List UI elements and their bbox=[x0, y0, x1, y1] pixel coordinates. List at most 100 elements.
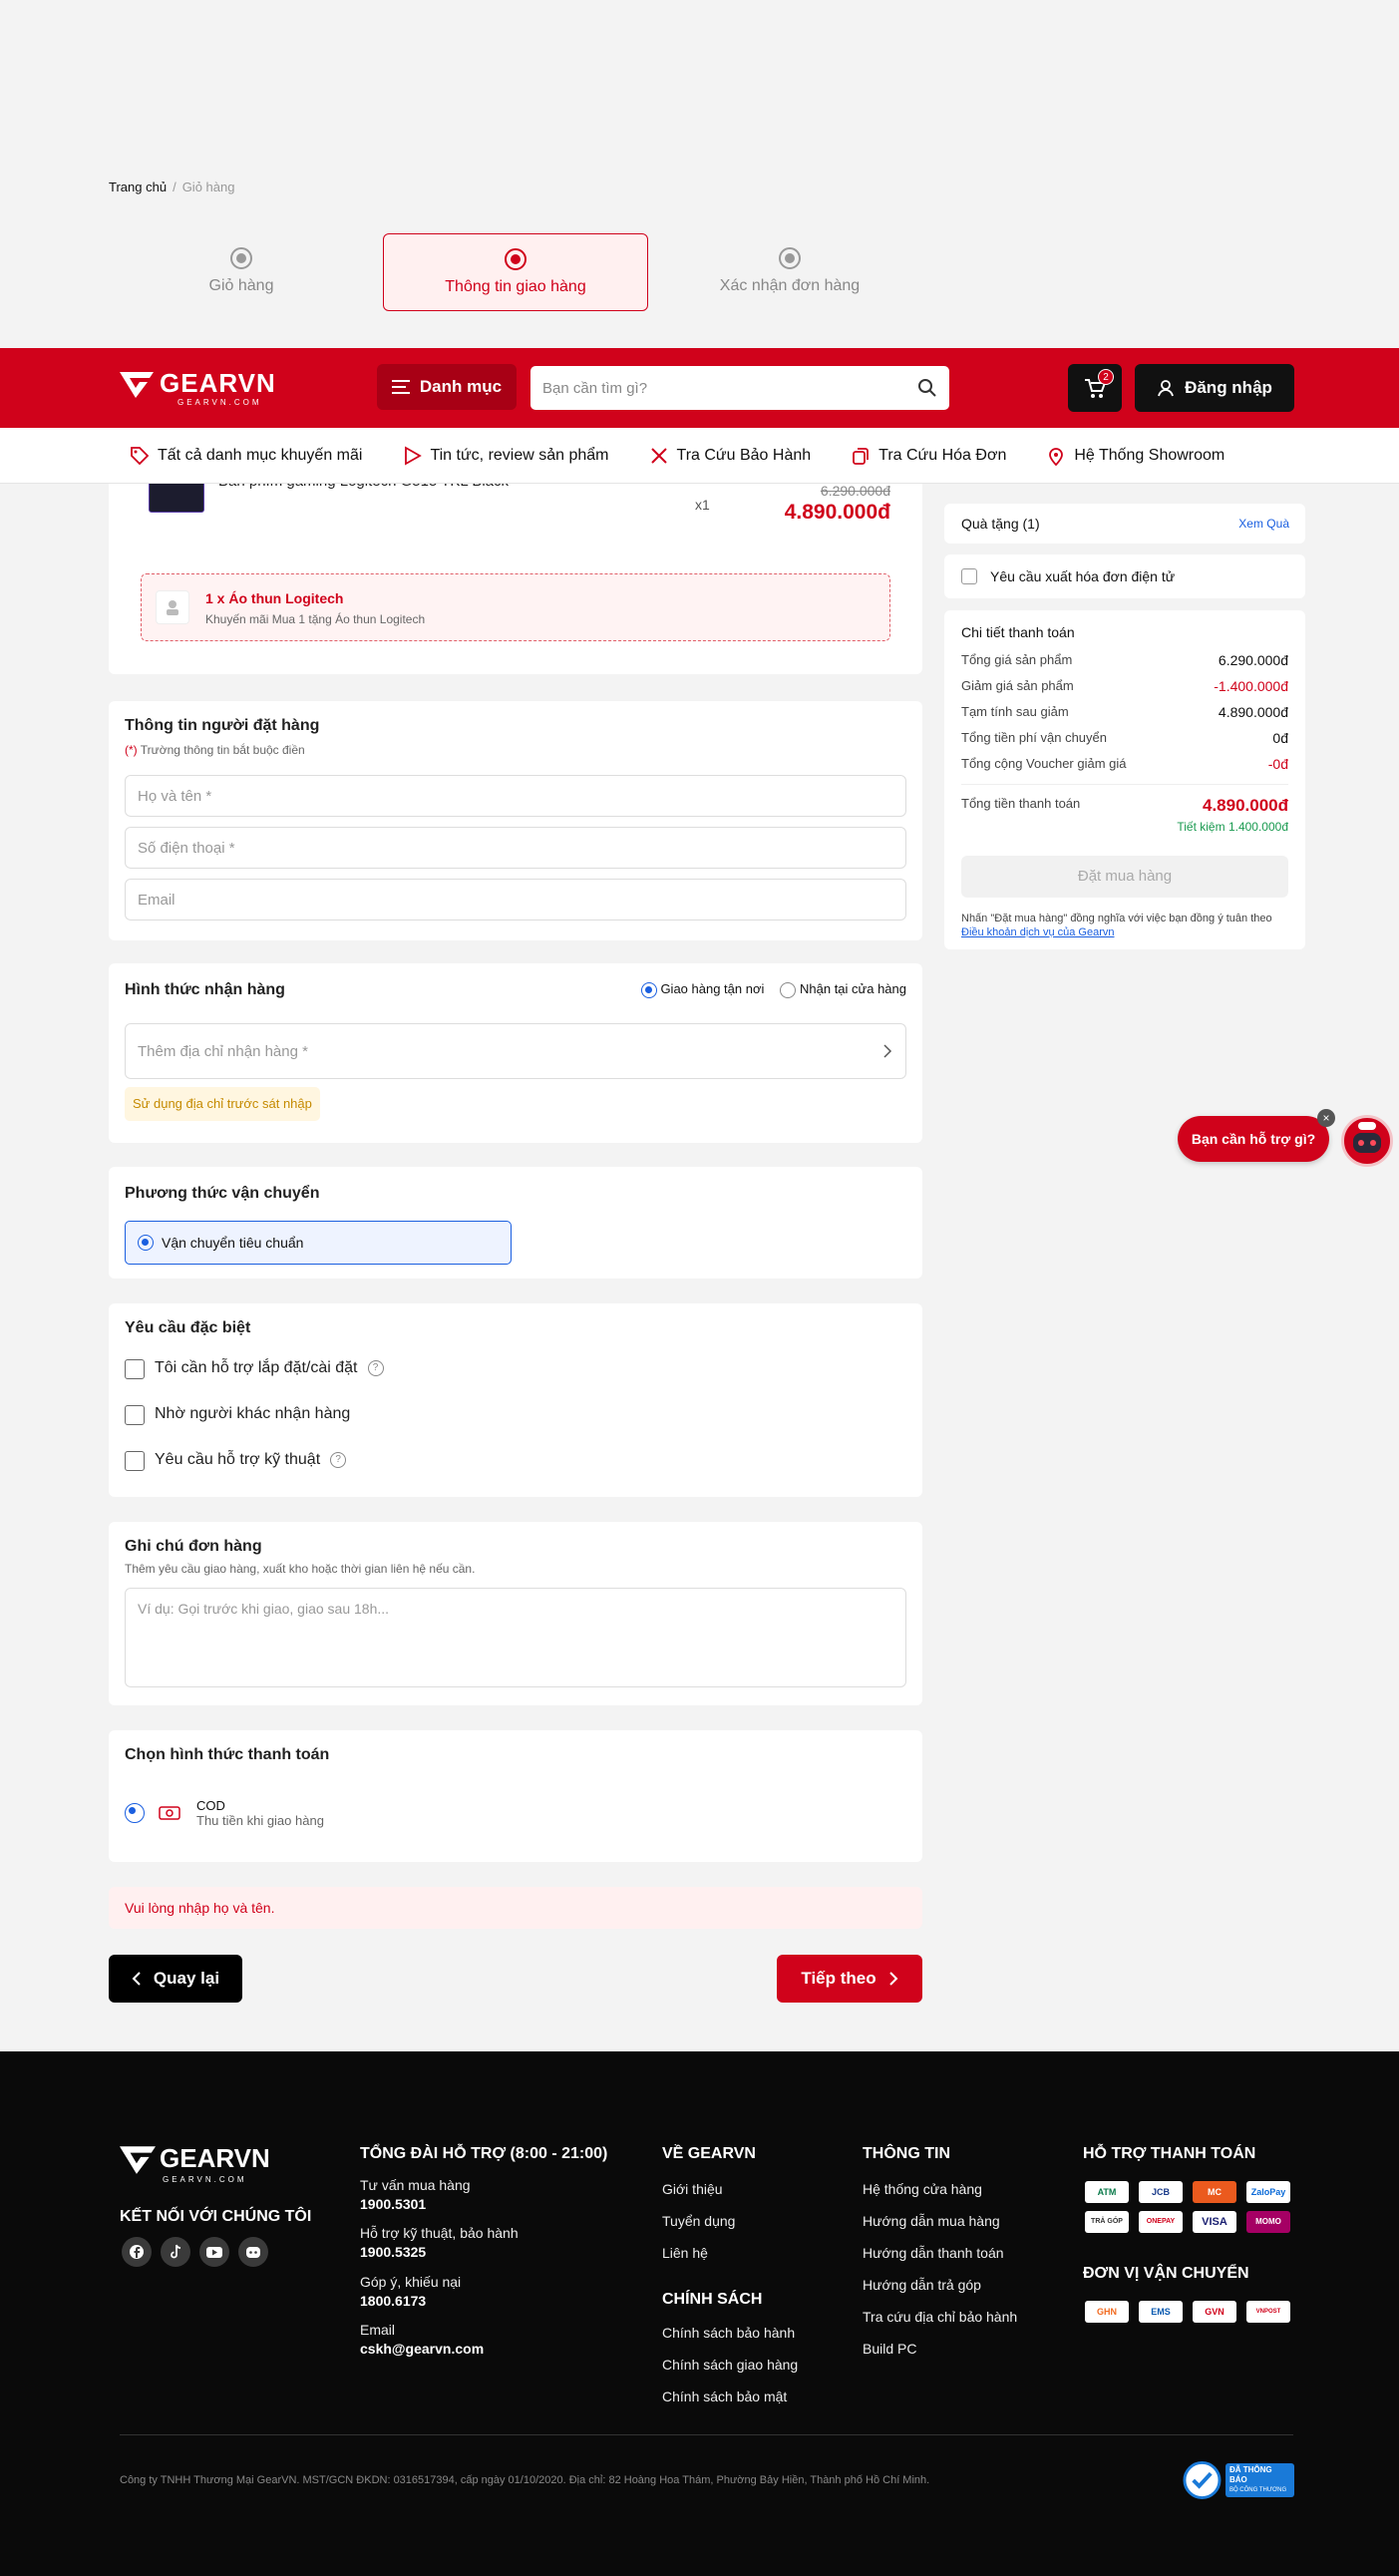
mastercard-logo-icon: MC bbox=[1193, 2181, 1236, 2203]
footer-link[interactable]: Hướng dẫn mua hàng bbox=[863, 2213, 1000, 2229]
badge-text: ĐÃ THÔNG BÁO bbox=[1228, 2465, 1272, 2484]
summary-row: Tổng cộng Voucher giảm giá -0đ bbox=[961, 756, 1288, 772]
checkbox-install-support[interactable] bbox=[125, 1359, 145, 1379]
question-icon[interactable]: ? bbox=[330, 1451, 347, 1468]
summary-row: Giảm giá sản phẩm -1.400.000đ bbox=[961, 678, 1288, 694]
login-button[interactable]: Đăng nhập bbox=[1135, 364, 1294, 412]
next-button[interactable]: Tiếp theo bbox=[777, 1955, 922, 2003]
chat-bubble[interactable]: Bạn cần hỗ trợ gì? bbox=[1178, 1116, 1329, 1162]
invoice-checkbox[interactable] bbox=[961, 568, 977, 584]
step-shipping-info[interactable]: Thông tin giao hàng bbox=[383, 233, 648, 311]
hotline-value[interactable]: 1900.5301 bbox=[360, 2196, 426, 2212]
order-note-textarea[interactable]: Ví dụ: Gọi trước khi giao, giao sau 18h.… bbox=[125, 1588, 906, 1687]
footer-link[interactable]: Tra cứu địa chỉ bảo hành bbox=[863, 2309, 1017, 2325]
onepay-logo-icon: ONEPAY bbox=[1139, 2211, 1183, 2233]
pay-title: HỖ TRỢ THANH TOÁN bbox=[1083, 2145, 1256, 2162]
logo[interactable]: GEARVN GEARVN.COM bbox=[120, 368, 276, 407]
special-requests-card: Yêu cầu đặc biệt Tôi cần hỗ trợ lắp đặt/… bbox=[109, 1303, 922, 1497]
delivery-option-store[interactable]: Nhận tại cửa hàng bbox=[780, 981, 906, 998]
footer-link[interactable]: Hệ thống cửa hàng bbox=[863, 2181, 982, 2197]
nav-promotions[interactable]: Tất cả danh mục khuyến mãi bbox=[130, 446, 362, 466]
summary-total: Tổng tiền thanh toán 4.890.000đ bbox=[961, 796, 1288, 815]
summary-row: Tạm tính sau giảm 4.890.000đ bbox=[961, 704, 1288, 720]
payment-method: COD bbox=[196, 1798, 225, 1813]
saving-text: Tiết kiệm 1.400.000đ bbox=[1177, 820, 1288, 834]
footer-link[interactable]: Giới thiệu bbox=[662, 2181, 723, 2197]
terms-link[interactable]: Điều khoản dịch vụ của Gearvn bbox=[961, 926, 1114, 938]
step-cart[interactable]: Giỏ hàng bbox=[109, 233, 374, 311]
payment-option-cod[interactable]: COD Thu tiền khi giao hàng bbox=[125, 1798, 324, 1828]
checkbox-tech-support[interactable] bbox=[125, 1451, 145, 1471]
step-indicator bbox=[230, 247, 252, 269]
search-input[interactable]: Bạn cần tìm gì? bbox=[530, 366, 949, 410]
connect-title: KẾT NỐI VỚI CHÚNG TÔI bbox=[120, 2208, 312, 2225]
menu-icon bbox=[391, 380, 410, 394]
search-icon[interactable] bbox=[917, 378, 937, 398]
back-button[interactable]: Quay lại bbox=[109, 1955, 242, 2003]
step-label: Xác nhận đơn hàng bbox=[719, 277, 861, 294]
category-menu-button[interactable]: Danh mục bbox=[377, 364, 517, 410]
discord-icon[interactable] bbox=[238, 2237, 268, 2267]
footer-link[interactable]: Hướng dẫn thanh toán bbox=[863, 2245, 1004, 2261]
footer-link[interactable]: Build PC bbox=[863, 2341, 916, 2357]
footer-link[interactable]: Hướng dẫn trả góp bbox=[863, 2277, 981, 2293]
checkbox-other-receiver[interactable] bbox=[125, 1405, 145, 1425]
close-icon[interactable]: × bbox=[1317, 1109, 1335, 1127]
breadcrumb: Trang chủ / Giỏ hàng bbox=[109, 180, 235, 194]
visa-logo-icon: VISA bbox=[1193, 2211, 1236, 2233]
check-badge-icon bbox=[1183, 2461, 1222, 2499]
buyer-title: Thông tin người đặt hàng bbox=[125, 717, 320, 734]
documents-icon bbox=[853, 447, 870, 465]
footer-link[interactable]: Tuyển dụng bbox=[662, 2213, 735, 2229]
nav-news[interactable]: Tin tức, review sản phẩm bbox=[402, 445, 609, 466]
vnpost-logo-icon: VNPOST bbox=[1246, 2301, 1290, 2323]
chatbot-avatar-icon[interactable] bbox=[1341, 1115, 1393, 1167]
phone-input[interactable]: Số điện thoại * bbox=[125, 827, 906, 869]
payment-method-desc: Thu tiền khi giao hàng bbox=[196, 1813, 324, 1828]
hotline-label: Tư vấn mua hàng bbox=[360, 2177, 471, 2193]
tiktok-icon[interactable] bbox=[161, 2237, 190, 2267]
footer-link[interactable]: Chính sách bảo hành bbox=[662, 2325, 795, 2341]
footer-link[interactable]: Chính sách bảo mật bbox=[662, 2389, 787, 2404]
info-title: THÔNG TIN bbox=[863, 2145, 950, 2162]
nav-showroom[interactable]: Hệ Thống Showroom bbox=[1046, 446, 1224, 466]
radio-unchecked bbox=[780, 981, 797, 998]
order-button[interactable]: Đặt mua hàng bbox=[961, 856, 1288, 898]
install-support-label[interactable]: Tôi cần hỗ trợ lắp đặt/cài đặt? bbox=[155, 1359, 384, 1377]
cart-button[interactable]: 2 bbox=[1068, 364, 1122, 412]
footer-link[interactable]: Liên hệ bbox=[662, 2245, 708, 2261]
breadcrumb-home[interactable]: Trang chủ bbox=[109, 180, 167, 194]
chevron-left-icon bbox=[132, 1972, 141, 1986]
footer-logo[interactable]: GEARVN bbox=[120, 2143, 270, 2174]
tech-support-label[interactable]: Yêu cầu hỗ trợ kỹ thuật? bbox=[155, 1451, 347, 1469]
question-icon[interactable]: ? bbox=[367, 1359, 384, 1376]
youtube-icon[interactable] bbox=[199, 2237, 229, 2267]
nav-invoice-lookup[interactable]: Tra Cứu Hóa Đơn bbox=[851, 446, 1006, 466]
delivery-title: Hình thức nhận hàng bbox=[125, 981, 285, 998]
gvn-logo-icon: GVN bbox=[1193, 2301, 1236, 2323]
hotline-value[interactable]: 1800.6173 bbox=[360, 2293, 426, 2309]
hotline-label: Góp ý, khiếu nại bbox=[360, 2274, 462, 2290]
step-confirm[interactable]: Xác nhận đơn hàng bbox=[657, 233, 922, 311]
invoice-label[interactable]: Yêu cầu xuất hóa đơn điện tử bbox=[990, 568, 1175, 584]
hotline-value[interactable]: 1900.5325 bbox=[360, 2244, 426, 2260]
delivery-option-home[interactable]: Giao hàng tận nơi bbox=[640, 981, 764, 998]
nav-warranty-lookup[interactable]: Tra Cứu Bảo Hành bbox=[649, 446, 811, 466]
facebook-icon[interactable] bbox=[122, 2237, 152, 2267]
radio-checked bbox=[640, 981, 657, 998]
email-input[interactable]: Email bbox=[125, 879, 906, 920]
note-title: Ghi chú đơn hàng bbox=[125, 1538, 262, 1555]
note-desc: Thêm yêu cầu giao hàng, xuất kho hoặc th… bbox=[125, 1562, 476, 1576]
footer-logo-sub: GEARVN.COM bbox=[163, 2175, 247, 2184]
other-receiver-label[interactable]: Nhờ người khác nhận hàng bbox=[155, 1405, 350, 1423]
hotline-value[interactable]: cskh@gearvn.com bbox=[360, 2341, 484, 2357]
ministry-badge[interactable]: ĐÃ THÔNG BÁO BỘ CÔNG THƯƠNG bbox=[1183, 2460, 1294, 2500]
fullname-input[interactable]: Họ và tên * bbox=[125, 775, 906, 817]
shipping-option-standard[interactable]: Vận chuyển tiêu chuẩn bbox=[125, 1221, 512, 1265]
gearvn-logo-icon bbox=[120, 371, 154, 398]
view-gift-link[interactable]: Xem Quà bbox=[1238, 517, 1289, 531]
footer-link[interactable]: Chính sách giao hàng bbox=[662, 2357, 798, 2373]
old-address-hint[interactable]: Sử dụng địa chỉ trước sát nhập bbox=[125, 1087, 320, 1121]
hotline-title: TỔNG ĐÀI HỖ TRỢ (8:00 - 21:00) bbox=[360, 2145, 608, 2162]
address-picker[interactable]: Thêm địa chỉ nhận hàng * bbox=[125, 1023, 906, 1079]
